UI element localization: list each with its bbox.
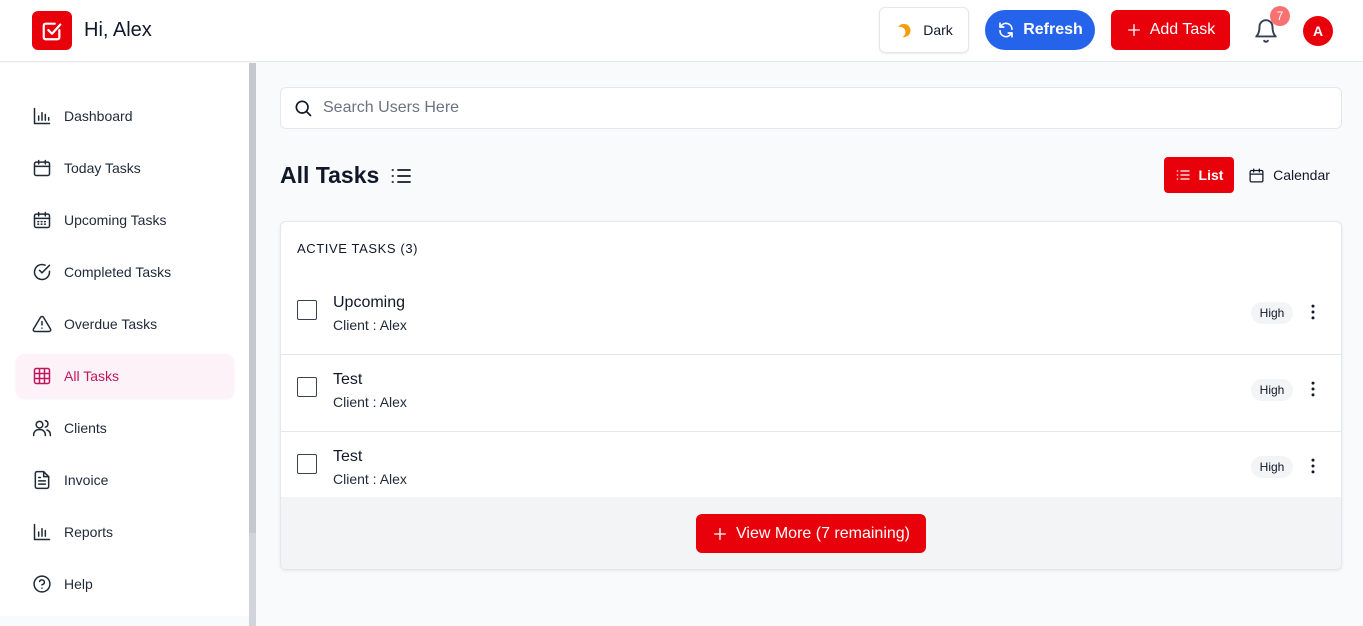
sidebar-item-reports[interactable]: Reports: [16, 510, 234, 554]
theme-toggle-label: Dark: [923, 22, 953, 38]
theme-toggle-button[interactable]: Dark: [879, 7, 969, 53]
tasks-card: ACTIVE TASKS (3) Upcoming Client : Alex …: [280, 221, 1342, 570]
search-icon: [295, 100, 312, 117]
sidebar-item-upcoming-tasks[interactable]: Upcoming Tasks: [16, 198, 234, 242]
task-client: Client : Alex: [333, 394, 407, 410]
task-client: Client : Alex: [333, 317, 407, 333]
more-vertical-icon[interactable]: [1303, 379, 1323, 399]
task-checkbox[interactable]: [297, 300, 317, 320]
notification-badge: 7: [1270, 6, 1290, 26]
sidebar-item-invoice[interactable]: Invoice: [16, 458, 234, 502]
refresh-label: Refresh: [1023, 21, 1083, 38]
sidebar-scrollbar-thumb[interactable]: [249, 63, 256, 533]
view-more-label: View More (7 remaining): [736, 524, 910, 542]
list-view-label: List: [1198, 167, 1224, 183]
bar-chart-icon: [33, 523, 51, 541]
priority-badge: High: [1251, 302, 1293, 324]
search-bar: [280, 87, 1342, 129]
user-avatar[interactable]: A: [1303, 16, 1333, 46]
sidebar: Dashboard Today Tasks Upcoming Tasks Com…: [0, 63, 249, 616]
task-checkbox[interactable]: [297, 377, 317, 397]
more-vertical-icon[interactable]: [1303, 456, 1323, 476]
search-input[interactable]: [323, 99, 1283, 117]
task-title: Test: [333, 448, 363, 465]
more-vertical-icon[interactable]: [1303, 302, 1323, 322]
add-task-button[interactable]: Add Task: [1111, 10, 1230, 50]
grid-icon: [33, 367, 51, 385]
plus-icon: [714, 527, 726, 540]
help-circle-icon: [33, 575, 51, 593]
sidebar-item-today-tasks[interactable]: Today Tasks: [16, 146, 234, 190]
task-title: Upcoming: [333, 294, 406, 311]
list-icon: [1176, 170, 1190, 180]
task-row[interactable]: Test Client : Alex High: [281, 355, 1341, 432]
check-circle-icon: [33, 263, 51, 281]
sidebar-item-label: Upcoming Tasks: [64, 212, 167, 228]
bar-chart-icon: [33, 107, 51, 125]
sidebar-item-label: Help: [64, 576, 93, 592]
refresh-icon: [999, 22, 1014, 38]
sidebar-item-label: Reports: [64, 524, 114, 540]
view-more-button[interactable]: View More (7 remaining): [696, 514, 926, 553]
sidebar-item-label: Completed Tasks: [64, 264, 172, 280]
sidebar-item-completed-tasks[interactable]: Completed Tasks: [16, 250, 234, 294]
section-label: ACTIVE TASKS (3): [297, 241, 419, 256]
checkbox-logo-icon: [42, 22, 62, 40]
refresh-button[interactable]: Refresh: [985, 10, 1095, 50]
priority-badge: High: [1251, 379, 1293, 401]
task-client: Client : Alex: [333, 471, 407, 487]
sidebar-item-dashboard[interactable]: Dashboard: [16, 94, 234, 138]
tasks-card-footer: View More (7 remaining): [281, 497, 1341, 569]
users-icon: [32, 419, 52, 437]
calendar-icon: [1249, 167, 1264, 183]
top-header: Hi, Alex Dark Refresh Add Task 7 A: [0, 0, 1363, 62]
sidebar-item-overdue-tasks[interactable]: Overdue Tasks: [16, 302, 234, 346]
app-logo[interactable]: [32, 11, 72, 50]
sidebar-item-all-tasks[interactable]: All Tasks: [16, 354, 234, 398]
list-icon[interactable]: [389, 164, 413, 188]
warning-icon: [32, 315, 52, 333]
moon-icon: [898, 23, 911, 38]
sidebar-item-label: All Tasks: [64, 368, 119, 384]
task-checkbox[interactable]: [297, 454, 317, 474]
priority-badge: High: [1251, 456, 1293, 478]
sidebar-item-label: Today Tasks: [64, 160, 141, 176]
document-icon: [34, 470, 50, 490]
calendar-view-button[interactable]: Calendar: [1244, 157, 1334, 193]
page-title: All Tasks: [280, 162, 380, 188]
task-row[interactable]: Upcoming Client : Alex High: [281, 278, 1341, 355]
sidebar-item-label: Dashboard: [64, 108, 133, 124]
list-view-button[interactable]: List: [1164, 157, 1234, 193]
plus-icon: [1127, 24, 1140, 36]
sidebar-item-help[interactable]: Help: [16, 562, 234, 606]
sidebar-item-label: Overdue Tasks: [64, 316, 158, 332]
add-task-label: Add Task: [1149, 21, 1216, 38]
sidebar-item-clients[interactable]: Clients: [16, 406, 234, 450]
task-title: Test: [333, 371, 363, 388]
calendar-days-icon: [33, 211, 51, 229]
greeting-text: Hi, Alex: [84, 19, 152, 41]
sidebar-item-label: Invoice: [64, 472, 109, 488]
calendar-icon: [33, 159, 51, 177]
sidebar-item-label: Clients: [64, 420, 107, 436]
calendar-view-label: Calendar: [1273, 167, 1330, 183]
